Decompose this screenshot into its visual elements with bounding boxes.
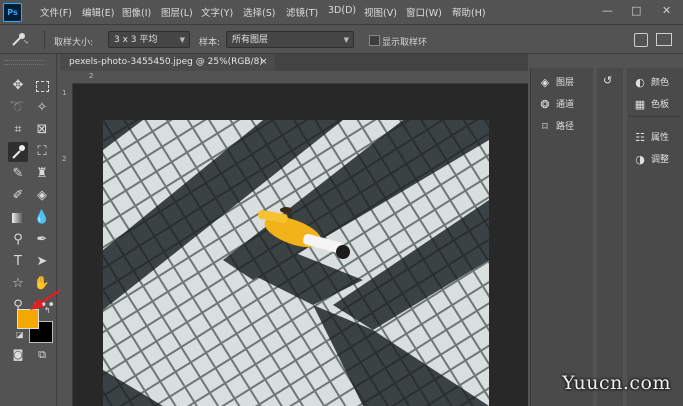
document-tab-title: pexels-photo-3455450.jpeg @ 25%(RGB/8) — [69, 57, 263, 67]
panel-grip — [4, 60, 44, 65]
marquee-tool-icon[interactable] — [32, 76, 52, 96]
ruler-vertical: 1 2 — [60, 83, 73, 406]
menu-filter[interactable]: 滤镜(T) — [286, 5, 318, 19]
show-ring-label: 显示取样环 — [382, 38, 428, 48]
brush-tool-icon[interactable]: ✎ — [8, 164, 28, 184]
menu-image[interactable]: 图像(I) — [122, 5, 151, 19]
default-colors-icon[interactable]: ◪ — [16, 330, 24, 339]
channels-panel-button[interactable]: ❂ 通道 — [539, 97, 574, 111]
dodge-tool-icon[interactable]: ⚲ — [8, 230, 28, 250]
options-divider — [44, 30, 45, 49]
ruler-tick-label: 2 — [89, 72, 94, 80]
sample-size-dropdown[interactable]: 3 x 3 平均 ▼ — [108, 31, 190, 48]
sample-dropdown[interactable]: 所有图层 ▼ — [226, 31, 354, 48]
ruler-tick-label: 1 — [62, 89, 67, 97]
adjustments-icon: ◑ — [635, 152, 645, 166]
magic-wand-tool-icon[interactable]: ✧ — [32, 98, 52, 118]
menu-view[interactable]: 视图(V) — [364, 5, 397, 19]
stamp-tool-icon[interactable]: ♜ — [32, 164, 52, 184]
channels-icon: ❂ — [540, 97, 550, 111]
layers-icon: ◈ — [540, 75, 550, 89]
menu-type[interactable]: 文字(Y) — [201, 5, 233, 19]
adjustments-panel-button[interactable]: ◑ 调整 — [634, 152, 669, 166]
properties-icon: ☷ — [635, 130, 645, 144]
move-tool-icon[interactable]: ✥ — [8, 76, 28, 96]
frame-tool-icon[interactable]: ⊠ — [32, 120, 52, 140]
swatches-panel-button[interactable]: ▦ 色板 — [634, 97, 669, 111]
panel-divider — [629, 116, 681, 117]
sample-value: 所有图层 — [232, 35, 269, 45]
menu-select[interactable]: 选择(S) — [243, 5, 275, 19]
menu-file[interactable]: 文件(F) — [40, 5, 72, 19]
menu-window[interactable]: 窗口(W) — [406, 5, 442, 19]
quick-mask-icon[interactable]: ◙ — [8, 345, 28, 365]
tools-panel: ✥ ➰ ✧ ⌗ ⊠ ⛶ ✎ ♜ ✐ ◈ 💧 ⚲ ✒ T ➤ ☆ ✋ ⚲ ••• … — [0, 54, 57, 406]
paths-panel-button[interactable]: ⌑ 路径 — [539, 119, 574, 133]
close-window-button[interactable]: ✕ — [662, 4, 671, 17]
screen-mode-icon[interactable]: ⧉ — [32, 345, 52, 365]
document-image[interactable] — [103, 120, 489, 406]
show-ring-checkbox[interactable] — [369, 35, 380, 46]
sample-size-value: 3 x 3 平均 — [114, 35, 158, 45]
path-selection-icon[interactable]: ➤ — [32, 252, 52, 272]
type-tool-icon[interactable]: T — [8, 252, 28, 272]
menu-3d[interactable]: 3D(D) — [328, 5, 356, 16]
document-tab[interactable]: pexels-photo-3455450.jpeg @ 25%(RGB/8) × — [60, 54, 275, 71]
panel-dock-layers: ◈ 图层 ❂ 通道 ⌑ 路径 — [530, 68, 593, 406]
shape-tool-icon[interactable]: ☆ — [8, 274, 28, 294]
color-icon: ◐ — [635, 75, 645, 89]
eraser-tool-icon[interactable]: ◈ — [32, 186, 52, 206]
menu-help[interactable]: 帮助(H) — [452, 5, 486, 19]
lasso-tool-icon[interactable]: ➰ — [8, 98, 28, 118]
history-brush-icon[interactable]: ✐ — [8, 186, 28, 206]
sample-size-label: 取样大小: — [54, 38, 94, 48]
menu-edit[interactable]: 编辑(E) — [82, 5, 114, 19]
panel-dock-history: ↺ — [597, 68, 623, 406]
menu-layer[interactable]: 图层(L) — [161, 5, 193, 19]
layers-panel-button[interactable]: ◈ 图层 — [539, 75, 574, 89]
color-panel-button[interactable]: ◐ 颜色 — [634, 75, 669, 89]
search-icon[interactable] — [634, 33, 648, 47]
sample-label: 样本: — [199, 38, 221, 48]
eyedropper-preset-icon[interactable] — [10, 31, 31, 48]
content-aware-icon[interactable]: ⛶ — [32, 142, 52, 162]
chevron-down-icon: ▼ — [179, 36, 185, 44]
ruler-horizontal: 2 — [60, 71, 528, 84]
menu-bar: Ps 文件(F) 编辑(E) 图像(I) 图层(L) 文字(Y) 选择(S) 滤… — [0, 0, 683, 25]
watermark: Yuucn.com — [562, 372, 671, 394]
swatches-icon: ▦ — [634, 97, 646, 111]
eyedropper-tool-icon[interactable] — [8, 142, 28, 162]
ruler-tick-label: 2 — [62, 155, 67, 163]
pen-tool-icon[interactable]: ✒ — [32, 230, 52, 250]
maximize-button[interactable]: □ — [631, 4, 641, 17]
gradient-tool-icon[interactable] — [8, 208, 28, 228]
close-tab-icon[interactable]: × — [260, 54, 268, 71]
panel-dock-color: ◐ 颜色 ▦ 色板 ☷ 属性 ◑ 调整 — [627, 68, 683, 406]
properties-panel-button[interactable]: ☷ 属性 — [634, 130, 669, 144]
photoshop-logo: Ps — [3, 3, 22, 22]
paths-icon: ⌑ — [542, 119, 548, 133]
minimize-button[interactable]: — — [602, 4, 613, 17]
history-icon[interactable]: ↺ — [603, 74, 612, 87]
blur-tool-icon[interactable]: 💧 — [32, 208, 52, 228]
chevron-down-icon: ▼ — [343, 36, 349, 44]
crop-tool-icon[interactable]: ⌗ — [8, 120, 28, 140]
workspace-icon[interactable] — [656, 33, 672, 46]
